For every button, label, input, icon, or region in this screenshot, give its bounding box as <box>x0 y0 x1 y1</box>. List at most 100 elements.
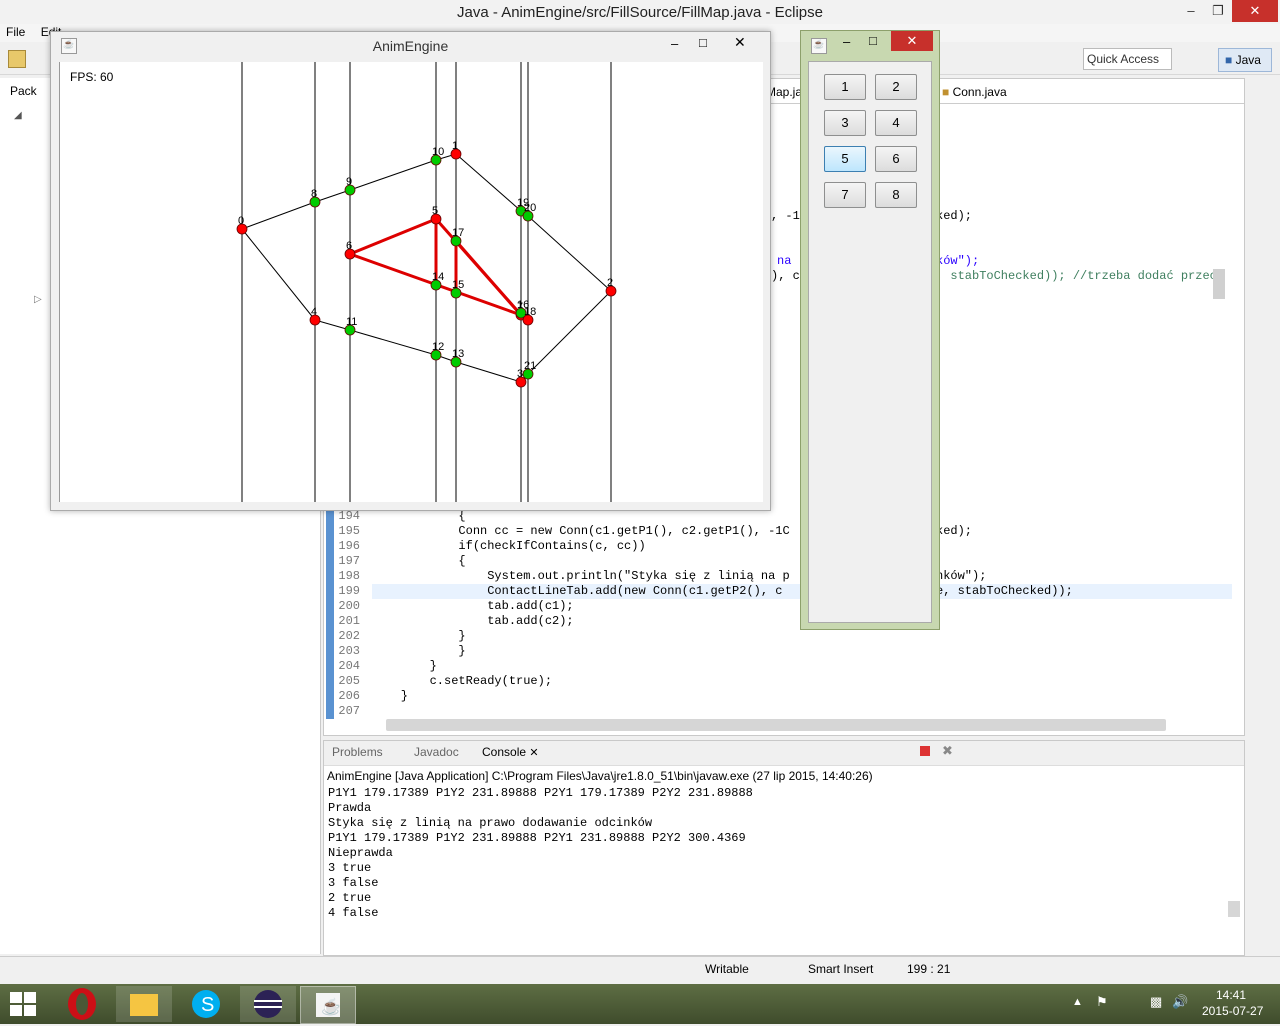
vertex-label: 6 <box>346 240 352 252</box>
code-line: 200 tab.add(c1); <box>338 599 574 613</box>
close-button[interactable]: ✕ <box>1232 0 1278 22</box>
code-line: 205 c.setReady(true); <box>338 674 553 688</box>
maximize-button[interactable]: □ <box>869 33 877 48</box>
number-button-2[interactable]: 2 <box>875 74 917 100</box>
package-explorer-tab[interactable]: Pack <box>10 84 37 98</box>
file-explorer-icon[interactable] <box>116 986 172 1022</box>
vertex-label: 2 <box>607 277 613 289</box>
close-button[interactable]: ✕ <box>891 31 933 51</box>
animengine-title-bar: ☕ AnimEngine – □ ✕ <box>51 32 770 60</box>
tab-javadoc[interactable]: Javadoc <box>414 745 459 759</box>
new-icon[interactable] <box>8 50 26 68</box>
eclipse-icon[interactable] <box>240 986 296 1022</box>
vertex-label: 8 <box>311 188 317 200</box>
animengine-window: ☕ AnimEngine – □ ✕ FPS: 60 0 1 2 3 4 5 6 7 8 9 10 1… <box>50 31 771 511</box>
java-icon: ☕ <box>811 38 827 54</box>
code-line: 202 } <box>338 629 466 643</box>
code-line: 203 } <box>338 644 466 658</box>
terminate-icon[interactable] <box>920 746 930 756</box>
editor-tab-fillmap[interactable]: Map.ja <box>766 85 802 99</box>
close-icon: ✕ <box>529 747 539 759</box>
svg-text:S: S <box>201 994 214 1016</box>
code-line: 204 } <box>338 659 437 673</box>
remove-launch-icon[interactable]: ✖ <box>942 743 953 759</box>
volume-icon[interactable]: 🔊 <box>1172 994 1188 1010</box>
right-trim <box>1248 78 1278 954</box>
maximize-button[interactable]: □ <box>699 35 707 50</box>
number-button-3[interactable]: 3 <box>824 110 866 136</box>
svg-text:☕: ☕ <box>321 997 341 1016</box>
minimize-button[interactable]: – <box>671 36 678 51</box>
editor-tab-conn[interactable]: ■ Conn.java <box>942 85 1007 99</box>
polygon-edge <box>314 189 351 203</box>
console-line: 3 false <box>328 876 379 890</box>
vertex-label: 18 <box>524 306 536 318</box>
code-line: 198 System.out.println("Styka się z lini… <box>338 569 987 583</box>
number-button-6[interactable]: 6 <box>875 146 917 172</box>
vertex-label: 11 <box>346 316 357 328</box>
restore-button[interactable]: ❐ <box>1205 0 1231 22</box>
console-line: P1Y1 179.17389 P1Y2 231.89888 P2Y1 179.1… <box>328 786 753 800</box>
skype-icon[interactable]: S <box>178 986 234 1022</box>
clock-date[interactable]: 2015-07-27 <box>1202 1004 1263 1018</box>
window-title: Java - AnimEngine/src/FillSource/FillMap… <box>457 4 823 21</box>
code-line: 194 { <box>338 509 466 523</box>
vertical-scrollbar-thumb[interactable] <box>1213 269 1225 299</box>
vertex-label: 4 <box>311 306 317 318</box>
number-button-7[interactable]: 7 <box>824 182 866 208</box>
menu-file[interactable]: File <box>0 24 31 40</box>
vertex-label: 0 <box>238 215 244 227</box>
tree-expand-icon[interactable]: ◢ <box>14 110 22 121</box>
quick-access-input[interactable]: Quick Access <box>1083 48 1172 70</box>
number-button-8[interactable]: 8 <box>875 182 917 208</box>
minimize-button[interactable]: – <box>1178 0 1204 22</box>
code-fragment: ków"); <box>936 254 980 268</box>
console-line: 4 false <box>328 906 379 920</box>
tray-arrow-icon[interactable]: ▲ <box>1072 996 1083 1008</box>
vertex-label: 17 <box>452 227 464 239</box>
vertex-label: 13 <box>452 348 464 360</box>
start-button[interactable] <box>10 992 36 1016</box>
code-line: 207 <box>338 704 360 718</box>
minimize-button[interactable]: – <box>843 34 850 49</box>
network-icon[interactable]: ▩ <box>1150 994 1162 1010</box>
opera-icon[interactable] <box>62 986 102 1022</box>
tree-collapse-icon[interactable]: ▷ <box>34 294 42 305</box>
number-button-4[interactable]: 4 <box>875 110 917 136</box>
button-panel: 1 2 3 4 5 6 7 8 <box>808 61 932 623</box>
console-line: Prawda <box>328 801 372 815</box>
tray-flag-icon[interactable]: ⚑ <box>1096 994 1108 1010</box>
animengine-title: AnimEngine <box>372 38 449 54</box>
animation-canvas[interactable]: FPS: 60 0 1 2 3 4 5 6 7 8 9 10 11 12 13 14 15 16 17 18 19 20… <box>59 62 763 502</box>
eclipse-title-bar: Java - AnimEngine/src/FillSource/FillMap… <box>0 0 1280 25</box>
java-perspective-button[interactable]: ■ Java <box>1218 48 1272 72</box>
console-line: 3 true <box>328 861 372 875</box>
java-icon: ■ <box>1225 53 1233 67</box>
code-fragment: , stabToChecked)); //trzeba dodać przec <box>936 269 1217 283</box>
console-line: 2 true <box>328 891 372 905</box>
status-position: 199 : 21 <box>907 962 951 976</box>
polygon-edge <box>527 290 612 375</box>
number-button-5[interactable]: 5 <box>824 146 866 172</box>
triangle-edge <box>349 217 437 256</box>
perspective-label: Java <box>1235 53 1261 67</box>
console-tab-bar: Problems Javadoc Console ✕ ✖ <box>324 741 1244 766</box>
code-line: 201 tab.add(c2); <box>338 614 574 628</box>
vertex-label: 15 <box>452 279 464 291</box>
vertex-label: 5 <box>432 205 438 217</box>
java-app-icon[interactable]: ☕ <box>300 986 356 1024</box>
clock-time[interactable]: 14:41 <box>1216 988 1246 1002</box>
tab-console[interactable]: Console ✕ <box>482 745 539 759</box>
vertex-label: 14 <box>432 271 444 283</box>
polygon-edge <box>241 201 316 230</box>
polygon-edge <box>349 159 437 191</box>
close-button[interactable]: ✕ <box>734 34 746 51</box>
tab-problems[interactable]: Problems <box>332 745 383 759</box>
console-header: AnimEngine [Java Application] C:\Program… <box>327 769 873 783</box>
code-fragment: ), c <box>771 269 800 283</box>
vertex-label: 12 <box>432 341 444 353</box>
console-scrollbar[interactable] <box>1228 901 1240 917</box>
number-button-1[interactable]: 1 <box>824 74 866 100</box>
vertex-label: 20 <box>524 202 536 214</box>
horizontal-scrollbar[interactable] <box>386 719 1166 731</box>
